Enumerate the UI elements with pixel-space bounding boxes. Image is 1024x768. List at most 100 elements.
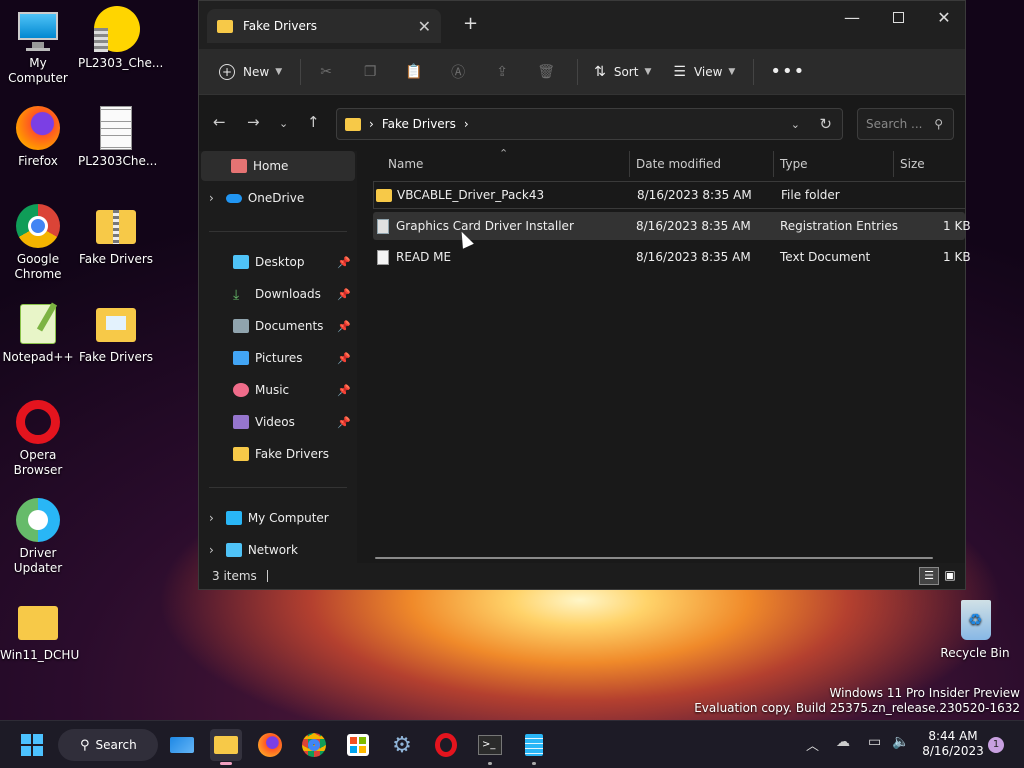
driver-updater-icon	[14, 496, 62, 544]
column-divider[interactable]	[629, 151, 630, 177]
taskbar-search[interactable]: ⚲ Search	[58, 729, 158, 761]
text-file-icon	[92, 104, 140, 152]
minimize-button[interactable]: —	[829, 1, 875, 33]
recent-chevron-icon[interactable]: ⌄	[279, 117, 288, 130]
column-header-size[interactable]: Size	[900, 157, 925, 171]
desktop-icon-fake-drivers-folder[interactable]: Fake Drivers	[78, 300, 154, 365]
rename-icon[interactable]: Ⓐ	[443, 57, 473, 87]
desktop-icon-driver-updater[interactable]: Driver Updater	[0, 496, 76, 576]
desktop-icon-opera[interactable]: Opera Browser	[0, 398, 76, 478]
sort-button[interactable]: ⇅ Sort ▼	[588, 56, 657, 88]
refresh-icon[interactable]: ↻	[819, 115, 832, 133]
pictures-icon	[233, 351, 249, 365]
sidebar-item-pictures[interactable]: Pictures 📌	[201, 343, 355, 373]
column-header-date[interactable]: Date modified	[636, 157, 721, 171]
desktop-icon-chrome[interactable]: Google Chrome	[0, 202, 76, 282]
desktop-icon-pl2303-text[interactable]: PL2303Che...	[78, 104, 157, 169]
paste-icon[interactable]: 📋	[399, 57, 429, 87]
column-divider[interactable]	[893, 151, 894, 177]
taskbar-settings[interactable]: ⚙	[386, 729, 418, 761]
documents-icon	[233, 319, 249, 333]
volume-icon[interactable]: 🔈	[892, 734, 909, 750]
sidebar-item-videos[interactable]: Videos 📌	[201, 407, 355, 437]
taskbar-notepad[interactable]	[518, 729, 550, 765]
taskbar-file-explorer[interactable]	[210, 729, 242, 765]
column-header-type[interactable]: Type	[780, 157, 808, 171]
taskbar-opera[interactable]	[430, 729, 462, 761]
desktop-icon-win11-dchu[interactable]: Win11_DCHU	[0, 598, 79, 663]
maximize-button[interactable]	[875, 1, 921, 33]
sidebar-divider	[209, 487, 347, 488]
file-row[interactable]: VBCABLE_Driver_Pack43 8/16/2023 8:35 AM …	[373, 181, 965, 209]
clock[interactable]: 8:44 AM 8/16/2023	[920, 729, 986, 759]
column-header-name[interactable]: Name	[388, 157, 423, 171]
new-button[interactable]: + New ▼	[213, 56, 288, 88]
desktop-icon-firefox[interactable]: Firefox	[0, 104, 76, 169]
command-bar: + New ▼ ✂ ❐ 📋 Ⓐ ⇪ 🗑 ⇅ Sort ▼ ☰ View ▼ ••…	[199, 49, 965, 95]
breadcrumb-fake-drivers[interactable]: Fake Drivers	[382, 117, 456, 131]
back-arrow-icon[interactable]: ←	[213, 113, 226, 131]
close-tab-icon[interactable]: ✕	[418, 17, 431, 36]
desktop-icon-notepadpp[interactable]: Notepad++	[0, 300, 76, 365]
tiles-view-icon[interactable]: ▣	[940, 567, 960, 585]
pin-icon[interactable]: 📌	[337, 256, 351, 269]
address-bar[interactable]: › Fake Drivers › ⌄ ↻	[336, 108, 843, 140]
forward-arrow-icon[interactable]: →	[247, 113, 260, 131]
desktop-icon-recycle-bin[interactable]: ♻ Recycle Bin	[937, 596, 1013, 661]
sidebar-item-music[interactable]: Music 📌	[201, 375, 355, 405]
close-window-button[interactable]: ✕	[921, 1, 967, 33]
taskbar-terminal[interactable]: >_	[474, 729, 506, 765]
sidebar-item-desktop[interactable]: Desktop 📌	[201, 247, 355, 277]
search-input[interactable]: Search ... ⚲	[857, 108, 954, 140]
running-indicator	[488, 762, 492, 765]
share-icon[interactable]: ⇪	[487, 57, 517, 87]
column-divider[interactable]	[773, 151, 774, 177]
sidebar-item-home[interactable]: Home	[201, 151, 355, 181]
music-icon	[233, 383, 249, 397]
details-view-icon[interactable]: ☰	[919, 567, 939, 585]
delete-icon[interactable]: 🗑	[531, 57, 561, 87]
copy-icon[interactable]: ❐	[355, 57, 385, 87]
pin-icon[interactable]: 📌	[337, 288, 351, 301]
taskbar-chrome[interactable]	[298, 729, 330, 761]
chevron-right-icon[interactable]: ›	[209, 191, 214, 205]
pin-icon[interactable]: 📌	[337, 352, 351, 365]
view-button[interactable]: ☰ View ▼	[667, 56, 741, 88]
desktop-icon-fake-drivers-zip[interactable]: Fake Drivers	[78, 202, 154, 267]
sidebar-item-network[interactable]: › Network	[201, 535, 355, 563]
title-bar: Fake Drivers ✕ + — ✕	[199, 1, 965, 49]
pin-icon[interactable]: 📌	[337, 320, 351, 333]
sidebar-item-my-computer[interactable]: › My Computer	[201, 503, 355, 533]
onedrive-offline-icon[interactable]: ☁	[836, 734, 850, 750]
pin-icon[interactable]: 📌	[337, 416, 351, 429]
sidebar-item-documents[interactable]: Documents 📌	[201, 311, 355, 341]
taskbar-store[interactable]	[342, 729, 374, 761]
new-tab-button[interactable]: +	[463, 13, 478, 34]
opera-icon	[14, 398, 62, 446]
chevron-down-icon: ▼	[644, 66, 652, 77]
notification-badge[interactable]: 1	[988, 737, 1004, 753]
address-dropdown-icon[interactable]: ⌄	[791, 118, 800, 131]
network-icon[interactable]: ▭	[868, 734, 881, 750]
file-explorer-window: Fake Drivers ✕ + — ✕ + New ▼ ✂ ❐ 📋 Ⓐ ⇪ 🗑…	[198, 0, 971, 590]
sidebar-item-fake-drivers[interactable]: Fake Drivers	[201, 439, 355, 469]
chevron-right-icon[interactable]: ›	[209, 511, 214, 525]
sidebar-item-onedrive[interactable]: › OneDrive	[201, 183, 355, 213]
show-hidden-icons-chevron[interactable]: ︿	[806, 735, 819, 754]
tab-fake-drivers[interactable]: Fake Drivers ✕	[207, 9, 441, 43]
start-button[interactable]	[16, 729, 48, 761]
sort-icon: ⇅	[594, 63, 606, 80]
sidebar-item-downloads[interactable]: ⤓ Downloads 📌	[201, 279, 355, 309]
up-arrow-icon[interactable]: ↑	[307, 113, 320, 131]
desktop-icon-my-computer[interactable]: My Computer	[0, 6, 76, 86]
taskbar-mail[interactable]	[166, 729, 198, 761]
pin-icon[interactable]: 📌	[337, 384, 351, 397]
cut-icon[interactable]: ✂	[311, 57, 341, 87]
chevron-down-icon: ▼	[728, 66, 736, 77]
chevron-right-icon[interactable]: ›	[209, 543, 214, 557]
more-options-button[interactable]: •••	[764, 56, 811, 88]
desktop-icon-pl2303-zip[interactable]: PL2303_Che...	[78, 6, 163, 71]
horizontal-scrollbar[interactable]	[375, 557, 933, 559]
taskbar-firefox[interactable]	[254, 729, 286, 761]
text-file-icon	[377, 249, 389, 265]
